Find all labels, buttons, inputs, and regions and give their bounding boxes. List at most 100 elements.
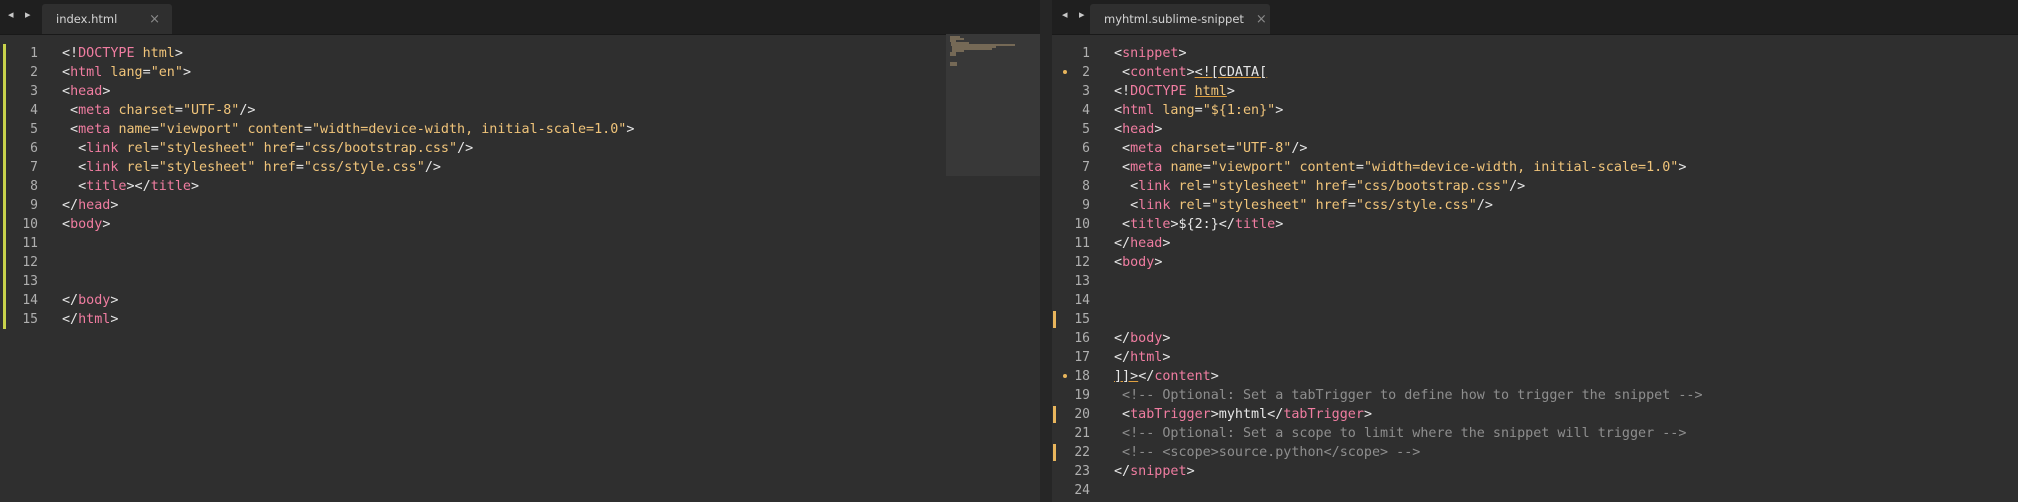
code-line[interactable]: 21 <!-- Optional: Set a scope to limit w… [1052,424,2018,443]
code-line[interactable]: 2 <content><![CDATA[ [1052,63,2018,82]
minimap[interactable] [946,34,1040,176]
code-token: > [1162,350,1171,365]
tab-myhtml-sublime-snippet[interactable]: myhtml.sublime-snippet × [1090,4,1270,34]
code-token: <! [62,46,79,61]
tab-nav-arrows-icon[interactable]: ◂ ▸ [1062,8,1089,26]
code-line[interactable]: 6 <link rel="stylesheet" href="css/boots… [0,139,1040,158]
code-line[interactable]: 9 </head> [0,196,1040,215]
code-line[interactable]: 3 <!DOCTYPE html> [1052,82,2018,101]
code-text: <meta charset="UTF-8"/> [1114,139,1307,158]
modified-line-marker [3,63,6,82]
code-line[interactable]: 10 <body> [0,215,1040,234]
code-text: </head> [62,196,118,215]
code-token: < [62,160,87,175]
code-token: = [1347,198,1356,213]
code-line[interactable]: 4 <html lang="${1:en}"> [1052,101,2018,120]
code-line[interactable]: 11 </head> [1052,234,2018,253]
left-tab-bar: ◂ ▸ index.html × [0,0,1040,35]
tab-nav-arrows-icon[interactable]: ◂ ▸ [8,8,35,26]
pane-divider[interactable] [1040,0,1052,502]
line-number: 1 [1082,46,1090,61]
code-token: name [1170,160,1203,175]
code-line[interactable]: 1 <!DOCTYPE html> [0,44,1040,63]
code-line[interactable]: 9 <link rel="stylesheet" href="css/style… [1052,196,2018,215]
code-token: < [62,179,87,194]
code-line[interactable]: 11 [0,234,1040,253]
code-token: html [70,65,103,80]
tab-index-html[interactable]: index.html × [42,4,172,34]
close-icon[interactable]: × [1256,13,1267,26]
code-line[interactable]: 7 <meta name="viewport" content="width=d… [1052,158,2018,177]
code-token: meta [1130,160,1163,175]
code-token: < [62,65,71,80]
code-text: <!-- Optional: Set a scope to limit wher… [1114,424,1686,443]
line-number: 9 [30,198,38,213]
line-number: 10 [22,217,38,232]
line-number: 2 [1082,65,1090,80]
code-token: snippet [1122,46,1179,61]
code-token: < [1114,65,1131,80]
code-token: link [1138,179,1171,194]
modified-line-marker [3,234,6,253]
code-line[interactable]: 5 <meta name="viewport" content="width=d… [0,120,1040,139]
code-token: snippet [1130,464,1187,479]
code-token: < [1114,217,1131,232]
code-token: > [1178,46,1187,61]
line-number: 3 [1082,84,1090,99]
code-line[interactable]: 8 <title></title> [0,177,1040,196]
code-line[interactable]: 13 [0,272,1040,291]
code-line[interactable]: 6 <meta charset="UTF-8"/> [1052,139,2018,158]
code-line[interactable]: 24 [1052,481,2018,500]
code-line[interactable]: 3 <head> [0,82,1040,101]
line-number: 8 [30,179,38,194]
code-token: tabTrigger [1130,407,1211,422]
code-editor-snippet[interactable]: 1 <snippet> 2 <content><![CDATA[3 <!DOCTYPE… [1052,44,2018,502]
left-editor-pane: ◂ ▸ index.html × 1 <!DOCTYPE html> 2 <html … [0,0,1040,502]
tab-title: index.html [56,12,118,26]
code-line[interactable]: 2 <html lang="en"> [0,63,1040,82]
code-token: = [295,160,304,175]
code-text: <content><![CDATA[ [1114,63,1267,82]
close-icon[interactable]: × [149,13,160,26]
code-token: < [1114,46,1123,61]
code-line[interactable]: 12 <body> [1052,253,2018,272]
code-line[interactable]: 17 </html> [1052,348,2018,367]
code-editor-index-html[interactable]: 1 <!DOCTYPE html> 2 <html lang="en"> 3 <head>… [0,44,1040,502]
code-line[interactable]: 1 <snippet> [1052,44,2018,63]
code-line[interactable]: 15 </html> [0,310,1040,329]
code-line[interactable]: 23 </snippet> [1052,462,2018,481]
code-line[interactable]: 4 <meta charset="UTF-8"/> [0,101,1040,120]
code-line[interactable]: 22 <!-- <scope>source.python</scope> --> [1052,443,2018,462]
line-number: 5 [1082,122,1090,137]
code-text: </snippet> [1114,462,1195,481]
line-number: 23 [1074,464,1090,479]
code-token: charset [1170,141,1227,156]
code-token: "width=device-width, initial-scale=1.0" [311,122,627,137]
code-line[interactable]: 13 [1052,272,2018,291]
code-line[interactable]: 15 [1052,310,2018,329]
code-token: html [1194,84,1227,99]
code-token: < [62,84,71,99]
line-number: 10 [1074,217,1090,232]
code-token: link [1138,198,1171,213]
code-line[interactable]: 19 <!-- Optional: Set a tabTrigger to de… [1052,386,2018,405]
code-line[interactable]: 14 </body> [0,291,1040,310]
line-number: 14 [22,293,38,308]
code-line[interactable]: 10 <title>${2:}</title> [1052,215,2018,234]
code-token: > [1154,122,1163,137]
code-line[interactable]: 14 [1052,291,2018,310]
modified-line-marker [3,120,6,139]
line-number: 22 [1074,445,1090,460]
line-number: 5 [30,122,38,137]
code-token: head [1130,236,1163,251]
code-line[interactable]: 18]]></content> [1052,367,2018,386]
code-line[interactable]: 8 <link rel="stylesheet" href="css/boots… [1052,177,2018,196]
code-line[interactable]: 12 [0,253,1040,272]
line-number: 6 [30,141,38,156]
code-line[interactable]: 16 </body> [1052,329,2018,348]
code-line[interactable]: 7 <link rel="stylesheet" href="css/style… [0,158,1040,177]
code-line[interactable]: 5 <head> [1052,120,2018,139]
code-line[interactable]: 20 <tabTrigger>myhtml</tabTrigger> [1052,405,2018,424]
modified-line-marker [1053,311,1056,328]
